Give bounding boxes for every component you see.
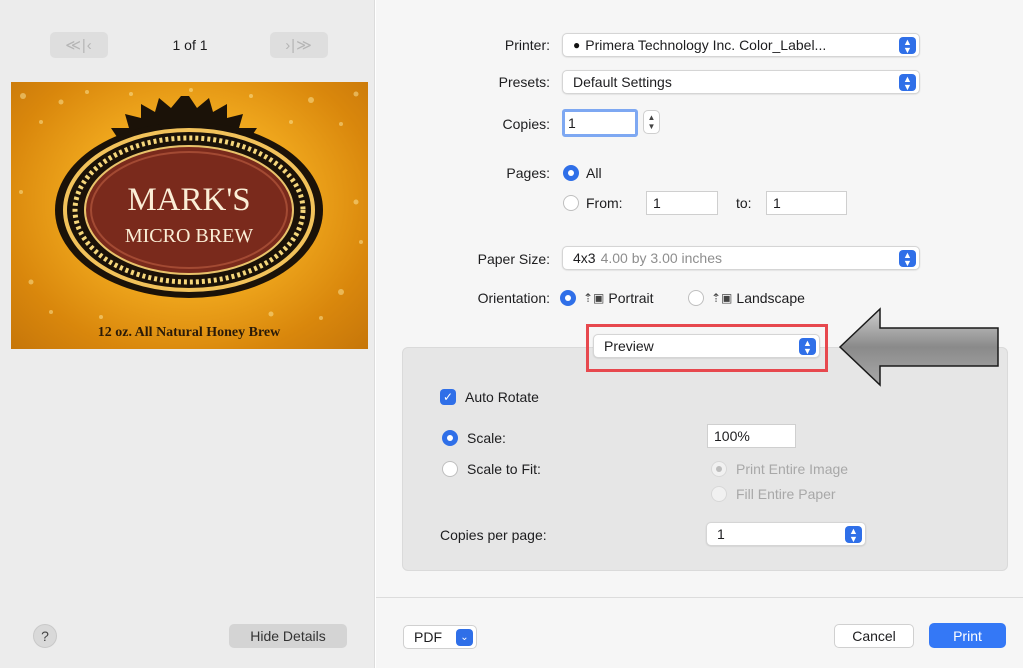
presets-value: Default Settings — [573, 74, 672, 90]
pages-to-label: to: — [736, 195, 752, 211]
landscape-option[interactable]: ⇡▣ Landscape — [711, 290, 805, 306]
portrait-option[interactable]: ⇡▣ Portrait — [583, 290, 654, 306]
copies-label: Copies: — [502, 116, 550, 132]
printer-label: Printer: — [504, 37, 550, 53]
pages-from-radio[interactable] — [563, 195, 579, 211]
highlight-box — [586, 324, 828, 372]
scale-to-fit-radio[interactable] — [442, 461, 458, 477]
orientation-label: Orientation: — [477, 290, 550, 306]
label-line1: MARK'S — [127, 182, 250, 218]
page-indicator: 1 of 1 — [172, 37, 208, 53]
help-button[interactable]: ? — [33, 624, 57, 648]
previous-page-button[interactable]: ≪|‹ — [50, 32, 108, 58]
orientation-landscape-radio[interactable] — [688, 290, 704, 306]
print-entire-image-radio[interactable] — [711, 461, 727, 477]
scale-field[interactable]: 100% — [707, 424, 796, 448]
printer-value: Primera Technology Inc. Color_Label... — [585, 37, 827, 53]
label-line2: MICRO BREW — [125, 225, 253, 247]
copies-field[interactable]: 1 — [562, 109, 638, 137]
fill-entire-paper-label: Fill Entire Paper — [736, 486, 836, 502]
next-page-button[interactable]: ›|≫ — [270, 32, 328, 58]
cancel-button[interactable]: Cancel — [834, 624, 914, 648]
pdf-label: PDF — [414, 629, 442, 645]
presets-label: Presets: — [498, 74, 550, 90]
print-button[interactable]: Print — [929, 623, 1006, 648]
chevron-down-icon: ⌄ — [456, 629, 473, 646]
preview-pane: ≪|‹ 1 of 1 ›|≫ MARK'S MICRO BREW 12 oz. … — [0, 0, 375, 668]
copies-stepper[interactable]: ▲ ▼ — [643, 110, 660, 134]
paper-size-label: Paper Size: — [477, 251, 550, 267]
paper-size-popup[interactable]: 4x3 4.00 by 3.00 inches ▲ ▼ — [562, 246, 920, 270]
question-mark-icon: ? — [41, 628, 49, 644]
copies-per-page-popup[interactable]: 1 ▲ ▼ — [706, 522, 866, 546]
chevron-updown-icon: ▲ ▼ — [899, 250, 916, 267]
presets-popup[interactable]: Default Settings ▲ ▼ — [562, 70, 920, 94]
pages-to-field[interactable]: 1 — [766, 191, 847, 215]
auto-rotate-checkbox[interactable]: ✓ — [440, 389, 456, 405]
printer-popup[interactable]: ● Primera Technology Inc. Color_Label...… — [562, 33, 920, 57]
label-tagline: 12 oz. All Natural Honey Brew — [98, 325, 281, 340]
pointer-arrow-icon — [838, 307, 999, 387]
chevron-updown-icon: ▲ ▼ — [845, 526, 862, 543]
pages-from-label: From: — [586, 195, 623, 211]
portrait-icon: ⇡▣ — [583, 291, 605, 305]
chevron-updown-icon: ▲ ▼ — [899, 37, 916, 54]
pages-all-radio[interactable] — [563, 165, 579, 181]
print-entire-image-label: Print Entire Image — [736, 461, 849, 477]
printer-status-icon: ● — [573, 38, 581, 52]
pages-from-field[interactable]: 1 — [646, 191, 718, 215]
scale-label: Scale: — [467, 430, 506, 446]
fill-entire-paper-radio[interactable] — [711, 486, 727, 502]
chevron-updown-icon: ▲ ▼ — [899, 74, 916, 91]
first-previous-icon: ≪|‹ — [65, 37, 93, 54]
copies-per-page-value: 1 — [717, 526, 725, 542]
copies-per-page-label: Copies per page: — [440, 527, 547, 543]
scale-radio[interactable] — [442, 430, 458, 446]
label-preview-image: MARK'S MICRO BREW 12 oz. All Natural Hon… — [11, 82, 368, 349]
paper-size-value: 4x3 — [573, 250, 596, 266]
landscape-icon: ⇡▣ — [711, 291, 733, 305]
orientation-portrait-radio[interactable] — [560, 290, 576, 306]
checkmark-icon: ✓ — [442, 390, 454, 404]
pages-label: Pages: — [506, 165, 550, 181]
portrait-label: Portrait — [608, 290, 654, 306]
pages-all-label: All — [586, 165, 602, 181]
hide-details-button[interactable]: Hide Details — [229, 624, 347, 648]
pdf-menu-button[interactable]: PDF ⌄ — [403, 625, 477, 649]
auto-rotate-label: Auto Rotate — [465, 389, 539, 405]
next-last-icon: ›|≫ — [285, 37, 313, 54]
paper-size-detail: 4.00 by 3.00 inches — [600, 250, 722, 266]
landscape-label: Landscape — [736, 290, 805, 306]
scale-to-fit-label: Scale to Fit: — [467, 461, 541, 477]
